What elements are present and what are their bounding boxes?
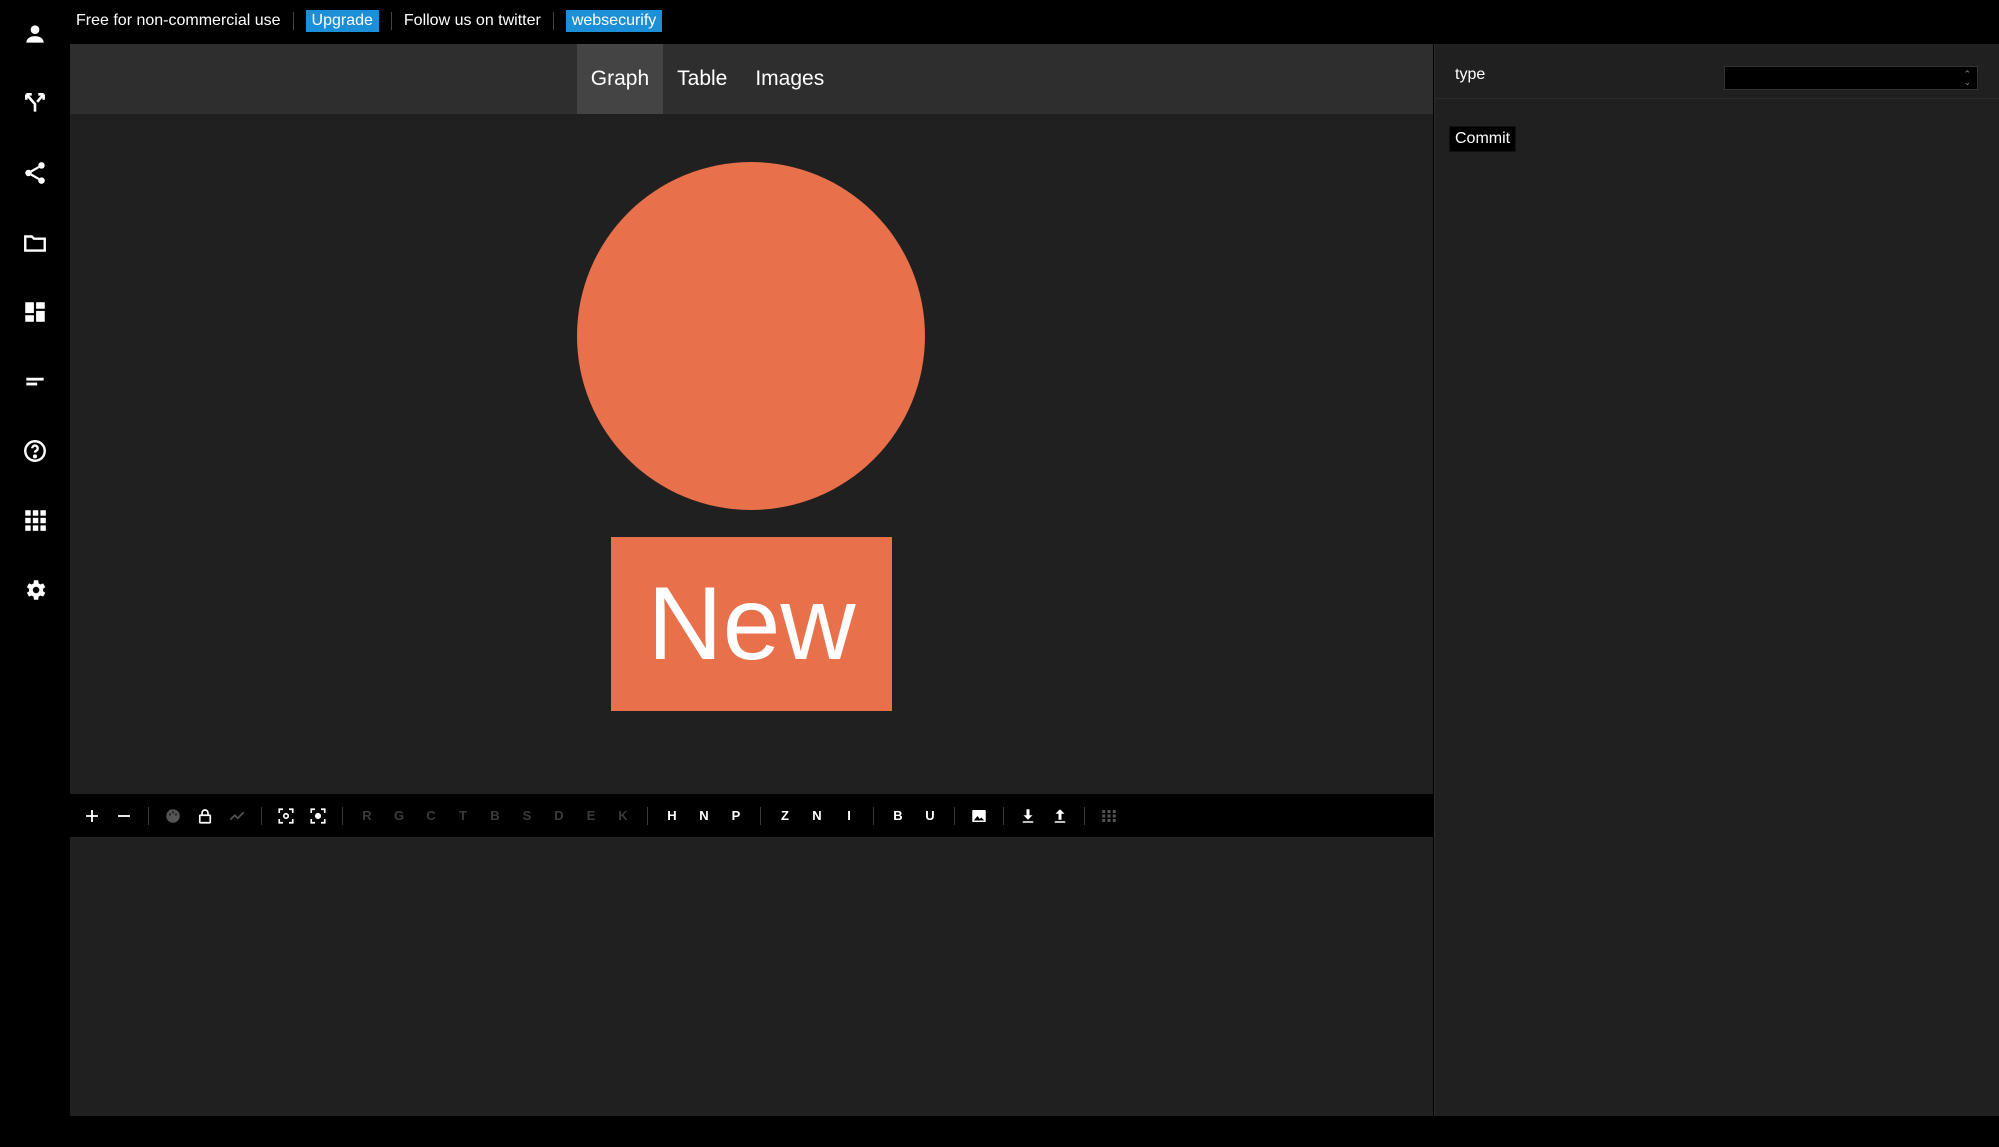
help-icon[interactable] (0, 426, 70, 476)
twitter-link[interactable]: websecurify (565, 10, 663, 32)
upgrade-button[interactable]: Upgrade (305, 10, 379, 32)
toolbar-letter-button[interactable]: C (415, 800, 447, 832)
graph-node[interactable] (577, 162, 925, 510)
divider (292, 12, 294, 30)
toolbar-letter-button[interactable]: N (801, 800, 833, 832)
follow-text: Follow us on twitter (403, 12, 541, 29)
toolbar-letter-button[interactable]: S (511, 800, 543, 832)
toolbar-letter-button[interactable]: B (882, 800, 914, 832)
toolbar-divider (1084, 806, 1085, 825)
toolbar-letter-button[interactable]: H (656, 800, 688, 832)
type-property-row: type ⌃ ⌄ (1435, 44, 1999, 99)
fit-screen-icon[interactable] (270, 800, 302, 832)
apps-grid-icon[interactable] (0, 495, 70, 545)
folder-icon[interactable] (0, 218, 70, 268)
dashboard-icon[interactable] (0, 287, 70, 337)
bottom-panel (70, 837, 1433, 1116)
tab-table[interactable]: Table (663, 44, 741, 114)
toolbar-letter-button[interactable]: T (447, 800, 479, 832)
toolbar-divider (148, 806, 149, 825)
toolbar-letter-button[interactable]: R (351, 800, 383, 832)
toolbar-divider (873, 806, 874, 825)
graph-canvas[interactable]: New (70, 114, 1433, 794)
top-bar: Free for non-commercial use Upgrade Foll… (70, 0, 1999, 42)
toolbar-divider (261, 806, 262, 825)
divider (390, 12, 392, 30)
divider (552, 12, 554, 30)
graph-toolbar: R G C T B S D E K H N P Z N I B U (70, 794, 1433, 837)
merge-icon[interactable] (0, 78, 70, 128)
download-icon[interactable] (1012, 800, 1044, 832)
type-label: type (1455, 66, 1486, 83)
toolbar-divider (342, 806, 343, 825)
type-select[interactable]: ⌃ ⌄ (1724, 66, 1978, 90)
tab-graph[interactable]: Graph (576, 44, 664, 114)
toolbar-letter-button[interactable]: B (479, 800, 511, 832)
lock-icon[interactable] (189, 800, 221, 832)
graph-node-label[interactable]: New (611, 537, 892, 711)
grid-icon[interactable] (1093, 800, 1125, 832)
share-icon[interactable] (0, 148, 70, 198)
toolbar-divider (954, 806, 955, 825)
toolbar-letter-button[interactable]: G (383, 800, 415, 832)
zoom-in-button[interactable] (76, 800, 108, 832)
toolbar-letter-button[interactable]: N (688, 800, 720, 832)
center-focus-icon[interactable] (302, 800, 334, 832)
main-panel: Graph Table Images New R G C T B S D E K… (70, 44, 1433, 1116)
license-text: Free for non-commercial use (76, 12, 281, 29)
user-icon[interactable] (0, 9, 70, 59)
toolbar-divider (1003, 806, 1004, 825)
toolbar-letter-button[interactable]: K (607, 800, 639, 832)
sidebar (0, 0, 70, 1147)
view-tab-bar: Graph Table Images (70, 44, 1433, 114)
toolbar-letter-button[interactable]: Z (769, 800, 801, 832)
properties-panel: type ⌃ ⌄ Commit (1434, 44, 1999, 1116)
upload-icon[interactable] (1044, 800, 1076, 832)
commit-button[interactable]: Commit (1449, 126, 1517, 152)
settings-gear-icon[interactable] (0, 565, 70, 615)
palette-icon[interactable] (157, 800, 189, 832)
toolbar-letter-button[interactable]: P (720, 800, 752, 832)
toolbar-divider (760, 806, 761, 825)
text-lines-icon[interactable] (0, 356, 70, 406)
tab-images[interactable]: Images (741, 44, 838, 114)
toolbar-divider (647, 806, 648, 825)
select-arrows-icon: ⌃ ⌄ (1963, 69, 1971, 87)
toolbar-letter-button[interactable]: E (575, 800, 607, 832)
toolbar-letter-button[interactable]: I (833, 800, 865, 832)
image-icon[interactable] (963, 800, 995, 832)
toolbar-letter-button[interactable]: D (543, 800, 575, 832)
zoom-out-button[interactable] (108, 800, 140, 832)
toolbar-letter-button[interactable]: U (914, 800, 946, 832)
trend-line-icon[interactable] (221, 800, 253, 832)
